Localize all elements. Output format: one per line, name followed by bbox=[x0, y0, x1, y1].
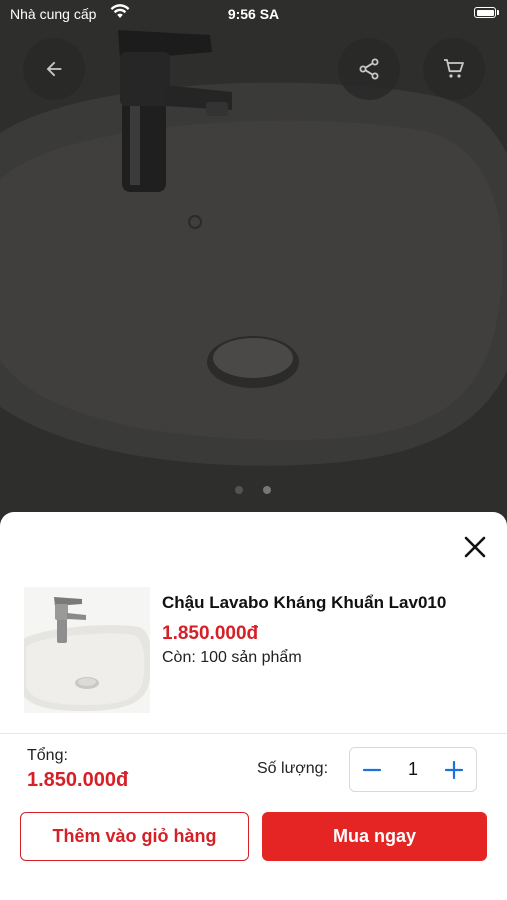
divider bbox=[0, 733, 507, 734]
increase-quantity-button[interactable] bbox=[432, 748, 476, 791]
product-stock: Còn: 100 sản phẩm bbox=[162, 649, 302, 666]
product-price: 1.850.000đ bbox=[162, 623, 259, 644]
quantity-stepper: 1 bbox=[349, 747, 477, 792]
status-bar: Nhà cung cấp 9:56 SA bbox=[0, 0, 507, 28]
add-to-cart-sheet: Chậu Lavabo Kháng Khuẩn Lav010 1.850.000… bbox=[0, 512, 507, 900]
plus-icon bbox=[445, 760, 463, 779]
close-icon bbox=[464, 536, 486, 558]
cart-button[interactable] bbox=[423, 38, 485, 100]
battery-icon bbox=[474, 7, 496, 18]
quantity-value[interactable]: 1 bbox=[394, 748, 432, 791]
total-value: 1.850.000đ bbox=[27, 769, 129, 791]
decrease-quantity-button[interactable] bbox=[350, 748, 394, 791]
product-name: Chậu Lavabo Kháng Khuẩn Lav010 bbox=[162, 593, 447, 612]
buy-now-button[interactable]: Mua ngay bbox=[262, 812, 487, 861]
battery-tip bbox=[497, 10, 499, 15]
gallery-page-dot-2[interactable] bbox=[263, 486, 271, 494]
product-thumbnail bbox=[24, 587, 150, 713]
add-to-cart-button[interactable]: Thêm vào giỏ hàng bbox=[20, 812, 249, 861]
back-button[interactable] bbox=[23, 38, 85, 100]
total-label: Tổng: bbox=[27, 747, 68, 764]
share-icon bbox=[359, 58, 379, 80]
status-time: 9:56 SA bbox=[227, 6, 280, 22]
gallery-page-dot-1[interactable] bbox=[235, 486, 243, 494]
minus-icon bbox=[363, 768, 381, 771]
close-button[interactable] bbox=[458, 530, 492, 564]
cart-icon bbox=[444, 59, 464, 78]
arrow-left-icon bbox=[46, 61, 62, 77]
quantity-label: Số lượng: bbox=[257, 760, 329, 777]
share-button[interactable] bbox=[338, 38, 400, 100]
